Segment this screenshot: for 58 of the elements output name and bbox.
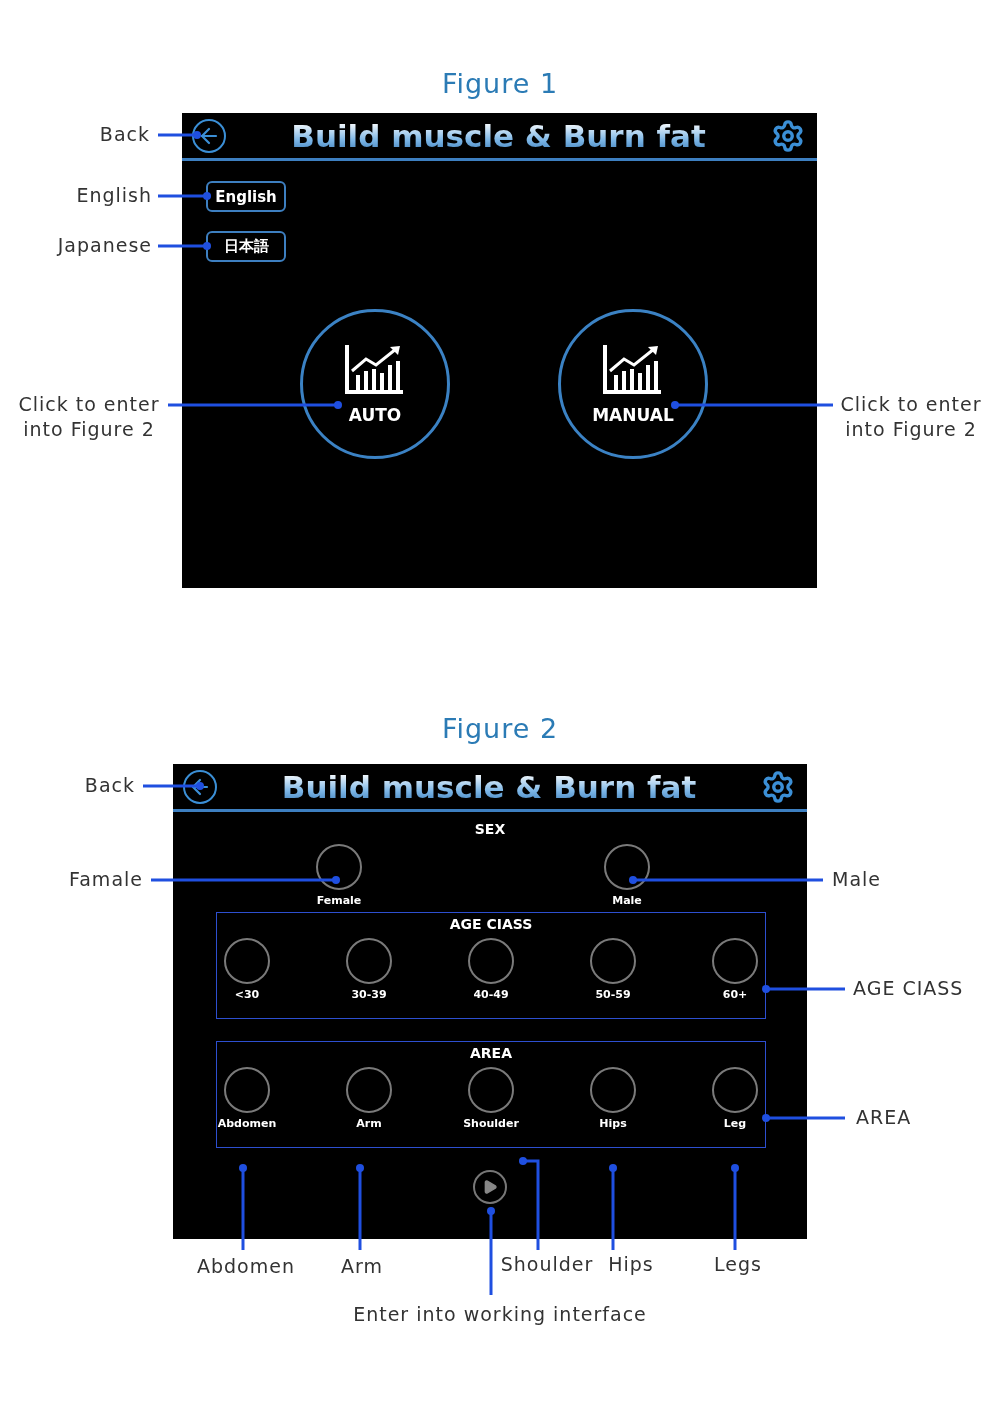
option-label: Shoulder — [463, 1117, 519, 1130]
leader-line — [143, 782, 204, 790]
group-title: AREA — [470, 1044, 512, 1062]
radio-button[interactable] — [590, 938, 636, 984]
option-label: Hips — [599, 1117, 627, 1130]
callout-label: Legs — [713, 1252, 763, 1277]
mode-button[interactable]: AUTO — [300, 309, 450, 459]
radio-button[interactable] — [604, 844, 650, 890]
chart-icon — [344, 343, 406, 395]
leader-line — [158, 131, 201, 139]
callout-label: Abdomen — [196, 1254, 296, 1279]
option-label: Abdomen — [217, 1117, 277, 1130]
section-title: SEX — [474, 820, 506, 838]
callout-label: Enter into working interface — [352, 1302, 648, 1327]
option-label: Arm — [356, 1117, 382, 1130]
option-label: <30 — [234, 988, 260, 1001]
option-label: Male — [612, 894, 642, 907]
radio-button[interactable] — [316, 844, 362, 890]
radio-button[interactable] — [346, 938, 392, 984]
radio-button[interactable] — [468, 1067, 514, 1113]
callout-label: Back — [83, 773, 135, 798]
callout-label: Male — [832, 867, 882, 892]
figure-title: Figure 1 — [441, 67, 559, 101]
radio-button[interactable] — [346, 1067, 392, 1113]
option-label: 40-49 — [473, 988, 509, 1001]
callout-label: AGE CIASS — [853, 976, 965, 1001]
leader-line — [158, 192, 211, 200]
radio-button[interactable] — [712, 1067, 758, 1113]
callout-label: Japanese — [55, 233, 152, 258]
chart-icon — [602, 343, 664, 395]
callout-label: Arm — [340, 1254, 384, 1279]
option-label: Leg — [723, 1117, 747, 1130]
group-title: AGE CIASS — [449, 915, 533, 933]
settings-icon[interactable] — [761, 769, 795, 804]
leader-line — [158, 242, 211, 250]
option-label: Female — [316, 894, 362, 907]
mode-button[interactable]: MANUAL — [558, 309, 708, 459]
radio-button[interactable] — [590, 1067, 636, 1113]
callout-label: English — [75, 183, 152, 208]
radio-button[interactable] — [468, 938, 514, 984]
settings-icon[interactable] — [771, 118, 805, 153]
callout-label: AREA — [856, 1105, 913, 1130]
callout-label: Famale — [68, 867, 143, 892]
callout-label: Back — [98, 122, 150, 147]
radio-button[interactable] — [224, 938, 270, 984]
figure-title: Figure 2 — [441, 712, 559, 746]
radio-button[interactable] — [712, 938, 758, 984]
callout-label: Click to enter into Figure 2 — [839, 392, 983, 442]
callout-label: Click to enter into Figure 2 — [17, 392, 161, 442]
option-label: 50-59 — [595, 988, 631, 1001]
play-button[interactable] — [473, 1170, 507, 1204]
play-icon — [482, 1179, 498, 1195]
callout-label: Shoulder — [499, 1252, 595, 1277]
language-button[interactable]: English — [206, 181, 286, 212]
option-label: 60+ — [722, 988, 748, 1001]
radio-button[interactable] — [224, 1067, 270, 1113]
language-button[interactable]: 日本語 — [206, 231, 286, 262]
option-label: 30-39 — [351, 988, 387, 1001]
